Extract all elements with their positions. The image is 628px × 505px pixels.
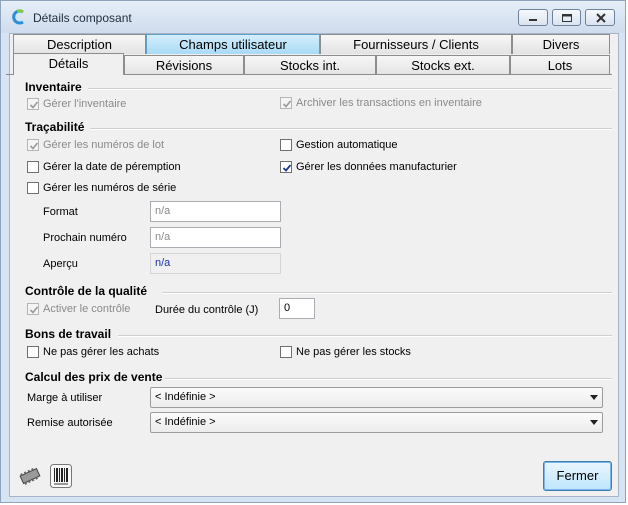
section-title-qualite: Contrôle de la qualité [25,284,148,298]
date-peremption-label: Gérer la date de péremption [43,161,181,173]
prochain-numero-label: Prochain numéro [43,232,127,244]
duree-controle-label: Durée du contrôle (J) [155,304,259,316]
maximize-icon [562,14,572,22]
checkmark-icon [29,142,39,150]
donnees-manufacturier-checkbox[interactable] [280,161,292,173]
apercu-field: n/a [150,253,281,274]
tab-revisions[interactable]: Révisions [124,55,244,75]
section-divider [165,378,612,380]
apercu-label: Aperçu [43,258,78,270]
remise-select[interactable]: < Indéfinie > [150,412,603,433]
numeros-lot-checkbox[interactable] [27,139,39,151]
prochain-numero-field[interactable]: n/a [150,227,281,248]
title-bar[interactable]: Détails composant [1,1,625,33]
checkmark-icon [29,306,39,314]
section-divider [88,88,612,90]
minimize-icon [529,19,537,21]
tab-details[interactable]: Détails [13,53,124,75]
checkmark-icon [282,164,292,172]
minimize-button[interactable] [518,9,548,26]
ne-pas-gerer-stocks-checkbox[interactable] [280,346,292,358]
chip-icon[interactable] [17,465,43,487]
archiver-transactions-checkbox[interactable] [280,97,292,109]
maximize-button[interactable] [552,9,581,26]
section-divider [118,335,612,337]
tab-stocks-ext[interactable]: Stocks ext. [376,55,510,75]
section-title-inventaire: Inventaire [25,80,82,94]
section-title-prix: Calcul des prix de vente [25,370,163,384]
section-divider [90,128,612,130]
checkmark-icon [282,100,292,108]
tab-description[interactable]: Description [13,34,146,54]
tab-stocks-int[interactable]: Stocks int. [244,55,376,75]
app-logo-icon [12,9,24,25]
section-title-tracabilite: Traçabilité [25,120,85,134]
gerer-inventaire-label: Gérer l'inventaire [43,98,127,110]
close-icon [596,13,606,23]
numeros-serie-label: Gérer les numéros de série [43,182,177,194]
format-label: Format [43,206,78,218]
ne-pas-gerer-achats-label: Ne pas gérer les achats [43,346,160,358]
chevron-down-icon [590,395,598,400]
format-field[interactable]: n/a [150,201,281,222]
tab-fournisseurs-clients[interactable]: Fournisseurs / Clients [320,34,512,54]
tab-champs-utilisateur[interactable]: Champs utilisateur [146,34,320,54]
fermer-button[interactable]: Fermer [543,461,612,491]
tab-lots[interactable]: Lots [510,55,610,75]
marge-select-value: < Indéfinie > [155,391,216,403]
numeros-lot-label: Gérer les numéros de lot [43,139,165,151]
section-title-bons: Bons de travail [25,327,112,341]
ne-pas-gerer-stocks-label: Ne pas gérer les stocks [296,346,411,358]
section-divider [162,292,612,294]
activer-controle-label: Activer le contrôle [43,303,131,315]
gestion-automatique-checkbox[interactable] [280,139,292,151]
gerer-inventaire-checkbox[interactable] [27,98,39,110]
activer-controle-checkbox[interactable] [27,303,39,315]
remise-select-value: < Indéfinie > [155,416,216,428]
barcode-icon[interactable] [50,464,72,488]
marge-label: Marge à utiliser [27,392,103,404]
archiver-transactions-label: Archiver les transactions en inventaire [296,97,482,109]
chevron-down-icon [590,420,598,425]
duree-controle-field[interactable]: 0 [279,298,315,319]
window-title: Détails composant [33,11,132,25]
checkmark-icon [29,101,39,109]
gestion-automatique-label: Gestion automatique [296,139,398,151]
marge-select[interactable]: < Indéfinie > [150,387,603,408]
date-peremption-checkbox[interactable] [27,161,39,173]
numeros-serie-checkbox[interactable] [27,182,39,194]
ne-pas-gerer-achats-checkbox[interactable] [27,346,39,358]
donnees-manufacturier-label: Gérer les données manufacturier [296,161,457,173]
remise-label: Remise autorisée [27,417,113,429]
tab-divers[interactable]: Divers [512,34,610,54]
close-window-button[interactable] [585,9,615,26]
